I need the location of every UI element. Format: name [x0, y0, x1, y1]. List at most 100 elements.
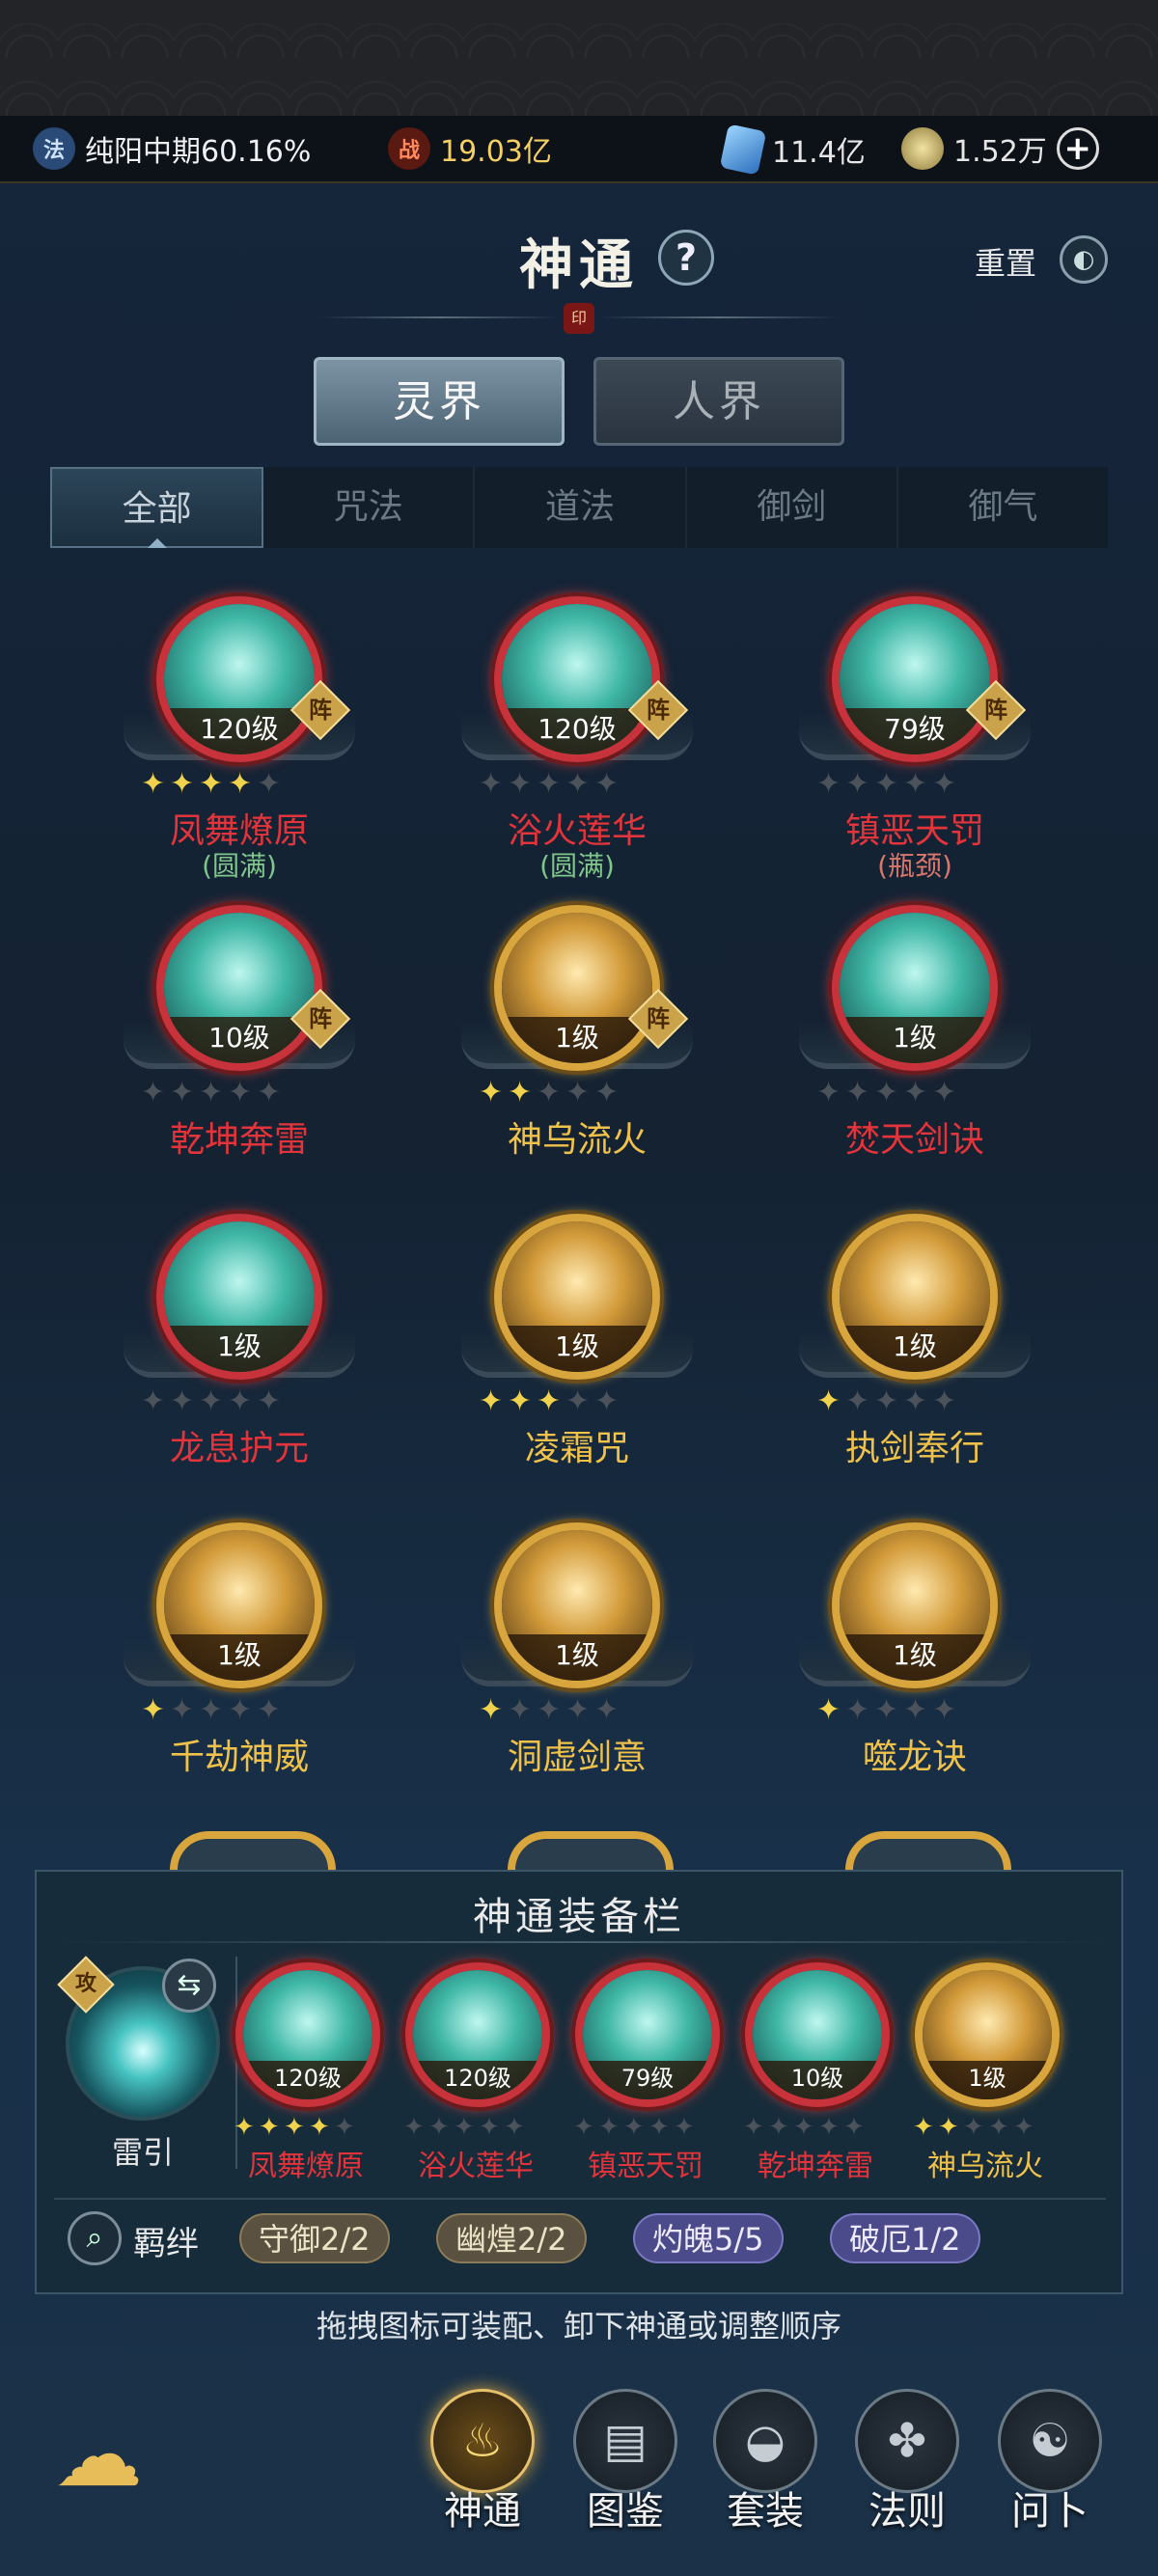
star-icon: ✦ — [284, 2113, 305, 2142]
combat-power-icon: 战 — [388, 127, 430, 170]
equip-orb[interactable]: 79级 — [575, 1962, 720, 2107]
bond-chip-break[interactable]: 破厄1/2 — [830, 2213, 980, 2263]
cloud-menu-icon[interactable]: ☁ — [54, 2411, 189, 2500]
help-button[interactable]: ? — [658, 230, 714, 286]
skill-card[interactable]: 120级阵 ✦ ✦ ✦ ✦ ✦ 浴火莲华 (圆满) — [452, 596, 703, 886]
equip-level: 10级 — [753, 2061, 882, 2099]
skill-status: (瓶颈) — [877, 850, 952, 882]
magnifier-icon[interactable]: ⌕ — [68, 2211, 122, 2265]
spirit-value: 1.52万 — [953, 135, 1047, 169]
book-icon: ▤ — [573, 2389, 677, 2493]
bond-chip-guard[interactable]: 守御2/2 — [239, 2213, 390, 2263]
star-icon: ✦ — [170, 767, 195, 801]
equip-divider — [56, 1941, 1106, 1943]
filter-tab-dao[interactable]: 道法 — [475, 467, 687, 548]
star-icon: ✦ — [845, 1076, 870, 1110]
realm-text: 纯阳中期60.16% — [85, 135, 312, 169]
tab-spirit-realm[interactable]: 灵界 — [314, 357, 565, 446]
equip-slot[interactable]: 120级 ✦ ✦ ✦ ✦ ✦ 凤舞燎原 — [224, 1962, 388, 2184]
reset-label[interactable]: 重置 — [975, 239, 1036, 284]
star-icon: ✦ — [874, 1693, 899, 1727]
star-icon: ✦ — [932, 1384, 957, 1418]
crystal-resource[interactable]: 11.4亿 — [719, 123, 866, 176]
equip-name: 神乌流火 — [927, 2150, 1043, 2183]
skill-orb[interactable]: 1级 — [494, 905, 660, 1071]
equip-orb[interactable]: 120级 — [405, 1962, 550, 2107]
nav-shentong[interactable]: ♨ 神通 — [425, 2389, 540, 2543]
title-divider-left — [318, 316, 560, 318]
skill-orb[interactable]: 120级 — [494, 596, 660, 762]
spirit-resource[interactable]: 1.52万 + — [901, 127, 1099, 170]
add-resource-button[interactable]: + — [1056, 127, 1099, 170]
equip-orb[interactable]: 1级 — [915, 1962, 1060, 2107]
star-icon: ✦ — [537, 1693, 562, 1727]
star-icon: ✦ — [170, 1693, 195, 1727]
equip-slot[interactable]: 1级 ✦ ✦ ✦ ✦ ✦ 神乌流火 — [903, 1962, 1067, 2184]
star-icon: ✦ — [963, 2113, 984, 2142]
skill-card[interactable]: 1级 ✦ ✦ ✦ ✦ ✦ 执剑奉行 — [789, 1214, 1040, 1503]
star-icon: ✦ — [594, 1076, 620, 1110]
star-icon: ✦ — [816, 1693, 841, 1727]
skill-card[interactable]: 10级阵 ✦ ✦ ✦ ✦ ✦ 乾坤奔雷 — [114, 905, 365, 1194]
star-icon: ✦ — [257, 1693, 282, 1727]
star-icon: ✦ — [874, 767, 899, 801]
nav-tujian[interactable]: ▤ 图鉴 — [567, 2389, 683, 2543]
filter-tab-sword[interactable]: 御剑 — [686, 467, 898, 548]
skill-card[interactable]: 1级 ✦ ✦ ✦ ✦ ✦ 龙息护元 — [114, 1214, 365, 1503]
equip-level: 120级 — [413, 2061, 542, 2099]
bond-chip-shadow[interactable]: 幽煌2/2 — [436, 2213, 587, 2263]
star-icon: ✦ — [674, 2113, 695, 2142]
nav-wenbu[interactable]: ☯ 问卜 — [992, 2389, 1108, 2543]
skill-card[interactable]: 1级 ✦ ✦ ✦ ✦ ✦ 凌霜咒 — [452, 1214, 703, 1503]
skill-level: 79级 — [840, 708, 990, 754]
skill-orb[interactable]: 1级 — [832, 1214, 998, 1380]
tab-human-realm[interactable]: 人界 — [593, 357, 844, 446]
skill-orb[interactable]: 1级 — [832, 905, 998, 1071]
equip-orb[interactable]: 120级 — [235, 1962, 380, 2107]
bond-chip-burn[interactable]: 灼魄5/5 — [633, 2213, 784, 2263]
skill-level: 120级 — [502, 708, 652, 754]
star-rating: ✦ ✦ ✦ ✦ ✦ — [479, 770, 681, 805]
skill-orb[interactable]: 1级 — [494, 1522, 660, 1688]
skill-orb[interactable]: 1级 — [156, 1522, 322, 1688]
star-icon: ✦ — [843, 2113, 865, 2142]
star-icon: ✦ — [845, 1384, 870, 1418]
star-icon: ✦ — [479, 1384, 504, 1418]
realm-resource[interactable]: 法 纯阳中期60.16% — [33, 127, 311, 170]
star-icon: ✦ — [454, 2113, 475, 2142]
skill-name: 乾坤奔雷 — [169, 1120, 309, 1160]
skill-orb[interactable]: 10级 — [156, 905, 322, 1071]
nav-label: 问卜 — [1011, 2489, 1089, 2534]
skill-orb[interactable]: 1级 — [156, 1214, 322, 1380]
skill-level: 1级 — [840, 1017, 990, 1063]
skill-card[interactable]: 1级 ✦ ✦ ✦ ✦ ✦ 洞虚剑意 — [452, 1522, 703, 1812]
nav-taozhuang[interactable]: ◒ 套装 — [707, 2389, 823, 2543]
skill-card[interactable]: 79级阵 ✦ ✦ ✦ ✦ ✦ 镇恶天罚 (瓶颈) — [789, 596, 1040, 886]
equip-orb[interactable]: 10级 — [745, 1962, 890, 2107]
star-icon: ✦ — [594, 1693, 620, 1727]
filter-tab-qi[interactable]: 御气 — [897, 467, 1109, 548]
filter-tab-spell[interactable]: 咒法 — [263, 467, 476, 548]
skill-card[interactable]: 1级阵 ✦ ✦ ✦ ✦ ✦ 神乌流火 — [452, 905, 703, 1194]
skill-orb[interactable]: 1级 — [494, 1214, 660, 1380]
skill-card[interactable]: 1级 ✦ ✦ ✦ ✦ ✦ 焚天剑诀 — [789, 905, 1040, 1194]
star-icon: ✦ — [874, 1384, 899, 1418]
skill-card[interactable]: 1级 ✦ ✦ ✦ ✦ ✦ 千劫神威 — [114, 1522, 365, 1812]
equip-slot[interactable]: 10级 ✦ ✦ ✦ ✦ ✦ 乾坤奔雷 — [733, 1962, 897, 2184]
skill-card[interactable]: 1级 ✦ ✦ ✦ ✦ ✦ 噬龙诀 — [789, 1522, 1040, 1812]
nav-faze[interactable]: ✤ 法则 — [849, 2389, 965, 2543]
realm-icon: 法 — [33, 127, 75, 170]
skill-level: 10级 — [164, 1017, 315, 1063]
flame-icon: ♨ — [430, 2389, 535, 2493]
power-resource: 战 19.03亿 — [388, 127, 552, 170]
skill-orb[interactable]: 120级 — [156, 596, 322, 762]
star-icon: ✦ — [565, 1693, 591, 1727]
equip-slot[interactable]: 79级 ✦ ✦ ✦ ✦ ✦ 镇恶天罚 — [564, 1962, 728, 2184]
equip-slot[interactable]: 120级 ✦ ✦ ✦ ✦ ✦ 浴火莲华 — [394, 1962, 558, 2184]
skill-orb[interactable]: 79级 — [832, 596, 998, 762]
skill-card[interactable]: 120级阵 ✦ ✦ ✦ ✦ ✦ 凤舞燎原 (圆满) — [114, 596, 365, 886]
filter-tab-all[interactable]: 全部 — [50, 467, 264, 548]
reset-icon[interactable]: ◐ — [1060, 235, 1108, 284]
swap-icon[interactable]: ⇆ — [162, 1959, 216, 2013]
skill-orb[interactable]: 1级 — [832, 1522, 998, 1688]
